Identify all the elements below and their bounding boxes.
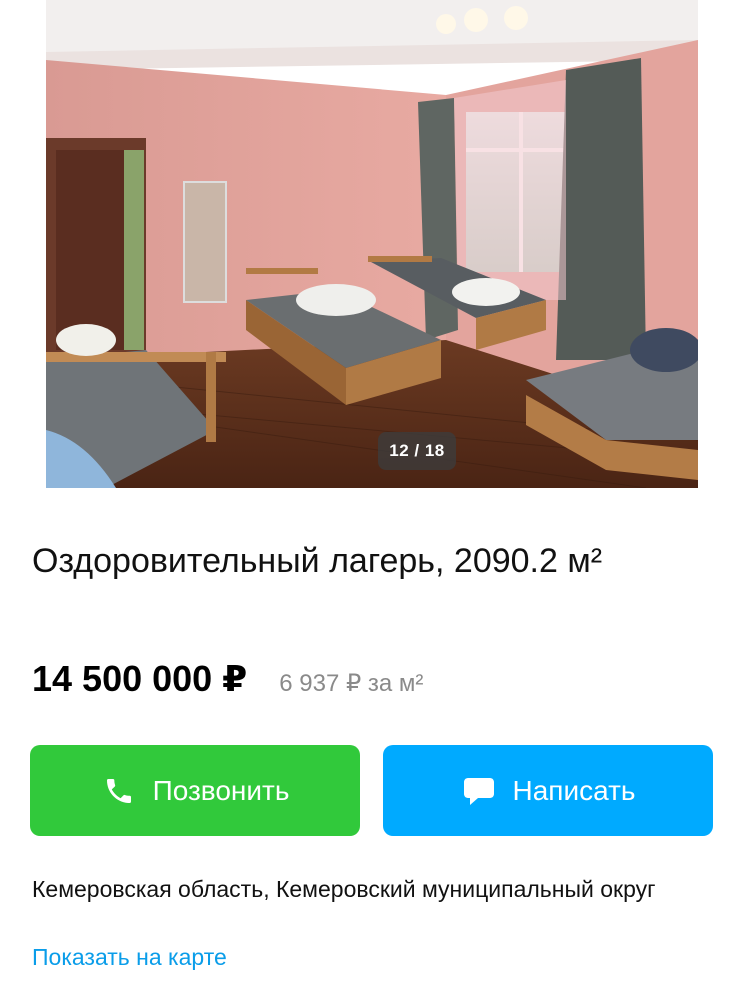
call-button-label: Позвонить xyxy=(152,774,290,806)
message-button[interactable]: Написать xyxy=(383,745,713,836)
show-on-map-link[interactable]: Показать на карте xyxy=(32,944,227,971)
price-row: 14 500 000 ₽ 6 937 ₽ за м² xyxy=(32,658,423,700)
phone-icon xyxy=(101,773,137,809)
call-button[interactable]: Позвонить xyxy=(30,745,360,836)
room-photo-illustration xyxy=(46,0,698,488)
message-button-label: Написать xyxy=(512,774,636,806)
listing-photo[interactable]: 12 / 18 xyxy=(46,0,698,488)
price: 14 500 000 ₽ xyxy=(32,658,248,699)
address: Кемеровская область, Кемеровский муницип… xyxy=(32,876,656,902)
photo-counter: 12 / 18 xyxy=(378,432,456,470)
listing-title: Оздоровительный лагерь, 2090.2 м² xyxy=(32,542,603,580)
price-per-m2: 6 937 ₽ за м² xyxy=(279,670,424,697)
chat-bubble-icon xyxy=(461,773,497,809)
